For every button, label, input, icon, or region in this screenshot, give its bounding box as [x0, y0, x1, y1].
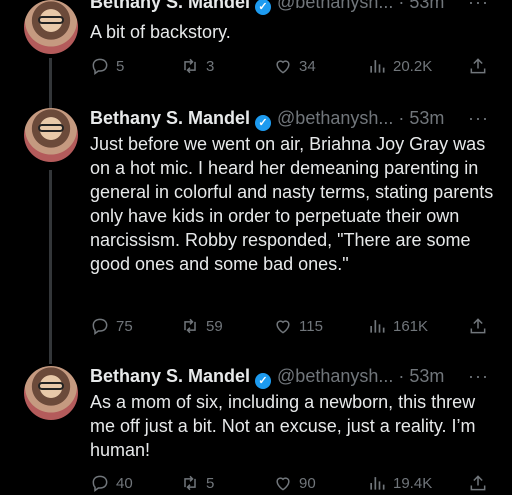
retweet-count: 59 [206, 317, 223, 335]
tweet[interactable]: Bethany S. Mandel ✓ @bethanysh... · 53m ··… [0, 0, 512, 92]
views-count: 19.4K [393, 474, 433, 492]
tweet-time[interactable]: · 53m [398, 0, 444, 12]
reply-button[interactable]: 5 [90, 56, 124, 76]
more-icon[interactable]: ··· [468, 366, 489, 387]
retweet-icon [184, 318, 196, 334]
views-button[interactable]: 161K [367, 316, 428, 336]
tweet-actions: 5 3 34 20.2K [90, 56, 500, 78]
author-handle[interactable]: @bethanysh... [277, 0, 393, 12]
views-count: 20.2K [393, 57, 433, 75]
retweet-count: 5 [206, 474, 215, 492]
verified-badge-icon: ✓ [255, 115, 272, 131]
tweet-actions: 40 5 90 19.4K [90, 473, 500, 495]
share-button[interactable] [468, 473, 488, 493]
reply-count: 75 [116, 317, 133, 335]
author-handle[interactable]: @bethanysh... [277, 366, 393, 386]
reply-button[interactable]: 75 [90, 316, 133, 336]
like-icon [276, 60, 290, 74]
tweet-time[interactable]: · 53m [398, 108, 444, 128]
avatar[interactable] [24, 108, 78, 162]
share-button[interactable] [468, 56, 488, 76]
tweet[interactable]: Bethany S. Mandel ✓ @bethanysh... · 53m ··… [0, 108, 512, 348]
avatar[interactable] [24, 366, 78, 420]
share-icon [470, 318, 486, 334]
like-count: 34 [299, 57, 316, 75]
avatar[interactable] [24, 0, 78, 54]
like-count: 115 [299, 317, 323, 335]
tweet-time[interactable]: · 53m [398, 366, 444, 386]
views-button[interactable]: 20.2K [367, 56, 432, 76]
like-button[interactable]: 90 [273, 473, 316, 493]
reply-icon [92, 58, 108, 75]
reply-icon [92, 318, 108, 335]
views-icon [370, 60, 385, 73]
tweet-text: Just before we went on air, Briahna Joy … [90, 134, 494, 274]
retweet-button[interactable]: 59 [180, 316, 223, 336]
author-name[interactable]: Bethany S. Mandel [90, 0, 250, 12]
tweet-header: Bethany S. Mandel ✓ @bethanysh... · 53m [90, 0, 444, 16]
views-button[interactable]: 19.4K [367, 473, 432, 493]
tweet-text: As a mom of six, including a newborn, th… [90, 392, 476, 460]
tweet-text: A bit of backstory. [90, 22, 231, 42]
verified-badge-icon: ✓ [255, 0, 272, 15]
like-button[interactable]: 115 [273, 316, 323, 336]
tweet-header: Bethany S. Mandel ✓ @bethanysh... · 53m [90, 108, 444, 132]
like-icon [276, 320, 290, 334]
more-icon[interactable]: ··· [468, 0, 489, 13]
tweet-header: Bethany S. Mandel ✓ @bethanysh... · 53m [90, 366, 444, 390]
views-icon [370, 477, 385, 490]
retweet-count: 3 [206, 57, 215, 75]
author-name[interactable]: Bethany S. Mandel [90, 366, 250, 386]
reply-button[interactable]: 40 [90, 473, 133, 493]
author-name[interactable]: Bethany S. Mandel [90, 108, 250, 128]
share-icon [470, 475, 486, 491]
retweet-button[interactable]: 5 [180, 473, 214, 493]
share-icon [470, 58, 486, 74]
more-icon[interactable]: ··· [468, 108, 489, 129]
reply-count: 40 [116, 474, 133, 492]
tweet-actions: 75 59 115 161K [90, 316, 500, 338]
like-count: 90 [299, 474, 316, 492]
author-handle[interactable]: @bethanysh... [277, 108, 393, 128]
views-icon [370, 320, 385, 333]
reply-icon [92, 475, 108, 492]
reply-count: 5 [116, 57, 125, 75]
verified-badge-icon: ✓ [255, 373, 272, 389]
retweet-button[interactable]: 3 [180, 56, 214, 76]
tweet[interactable]: Bethany S. Mandel ✓ @bethanysh... · 53m ··… [0, 366, 512, 493]
like-icon [276, 477, 290, 491]
like-button[interactable]: 34 [273, 56, 316, 76]
views-count: 161K [393, 317, 429, 335]
share-button[interactable] [468, 316, 488, 336]
retweet-icon [184, 58, 196, 74]
retweet-icon [184, 475, 196, 491]
